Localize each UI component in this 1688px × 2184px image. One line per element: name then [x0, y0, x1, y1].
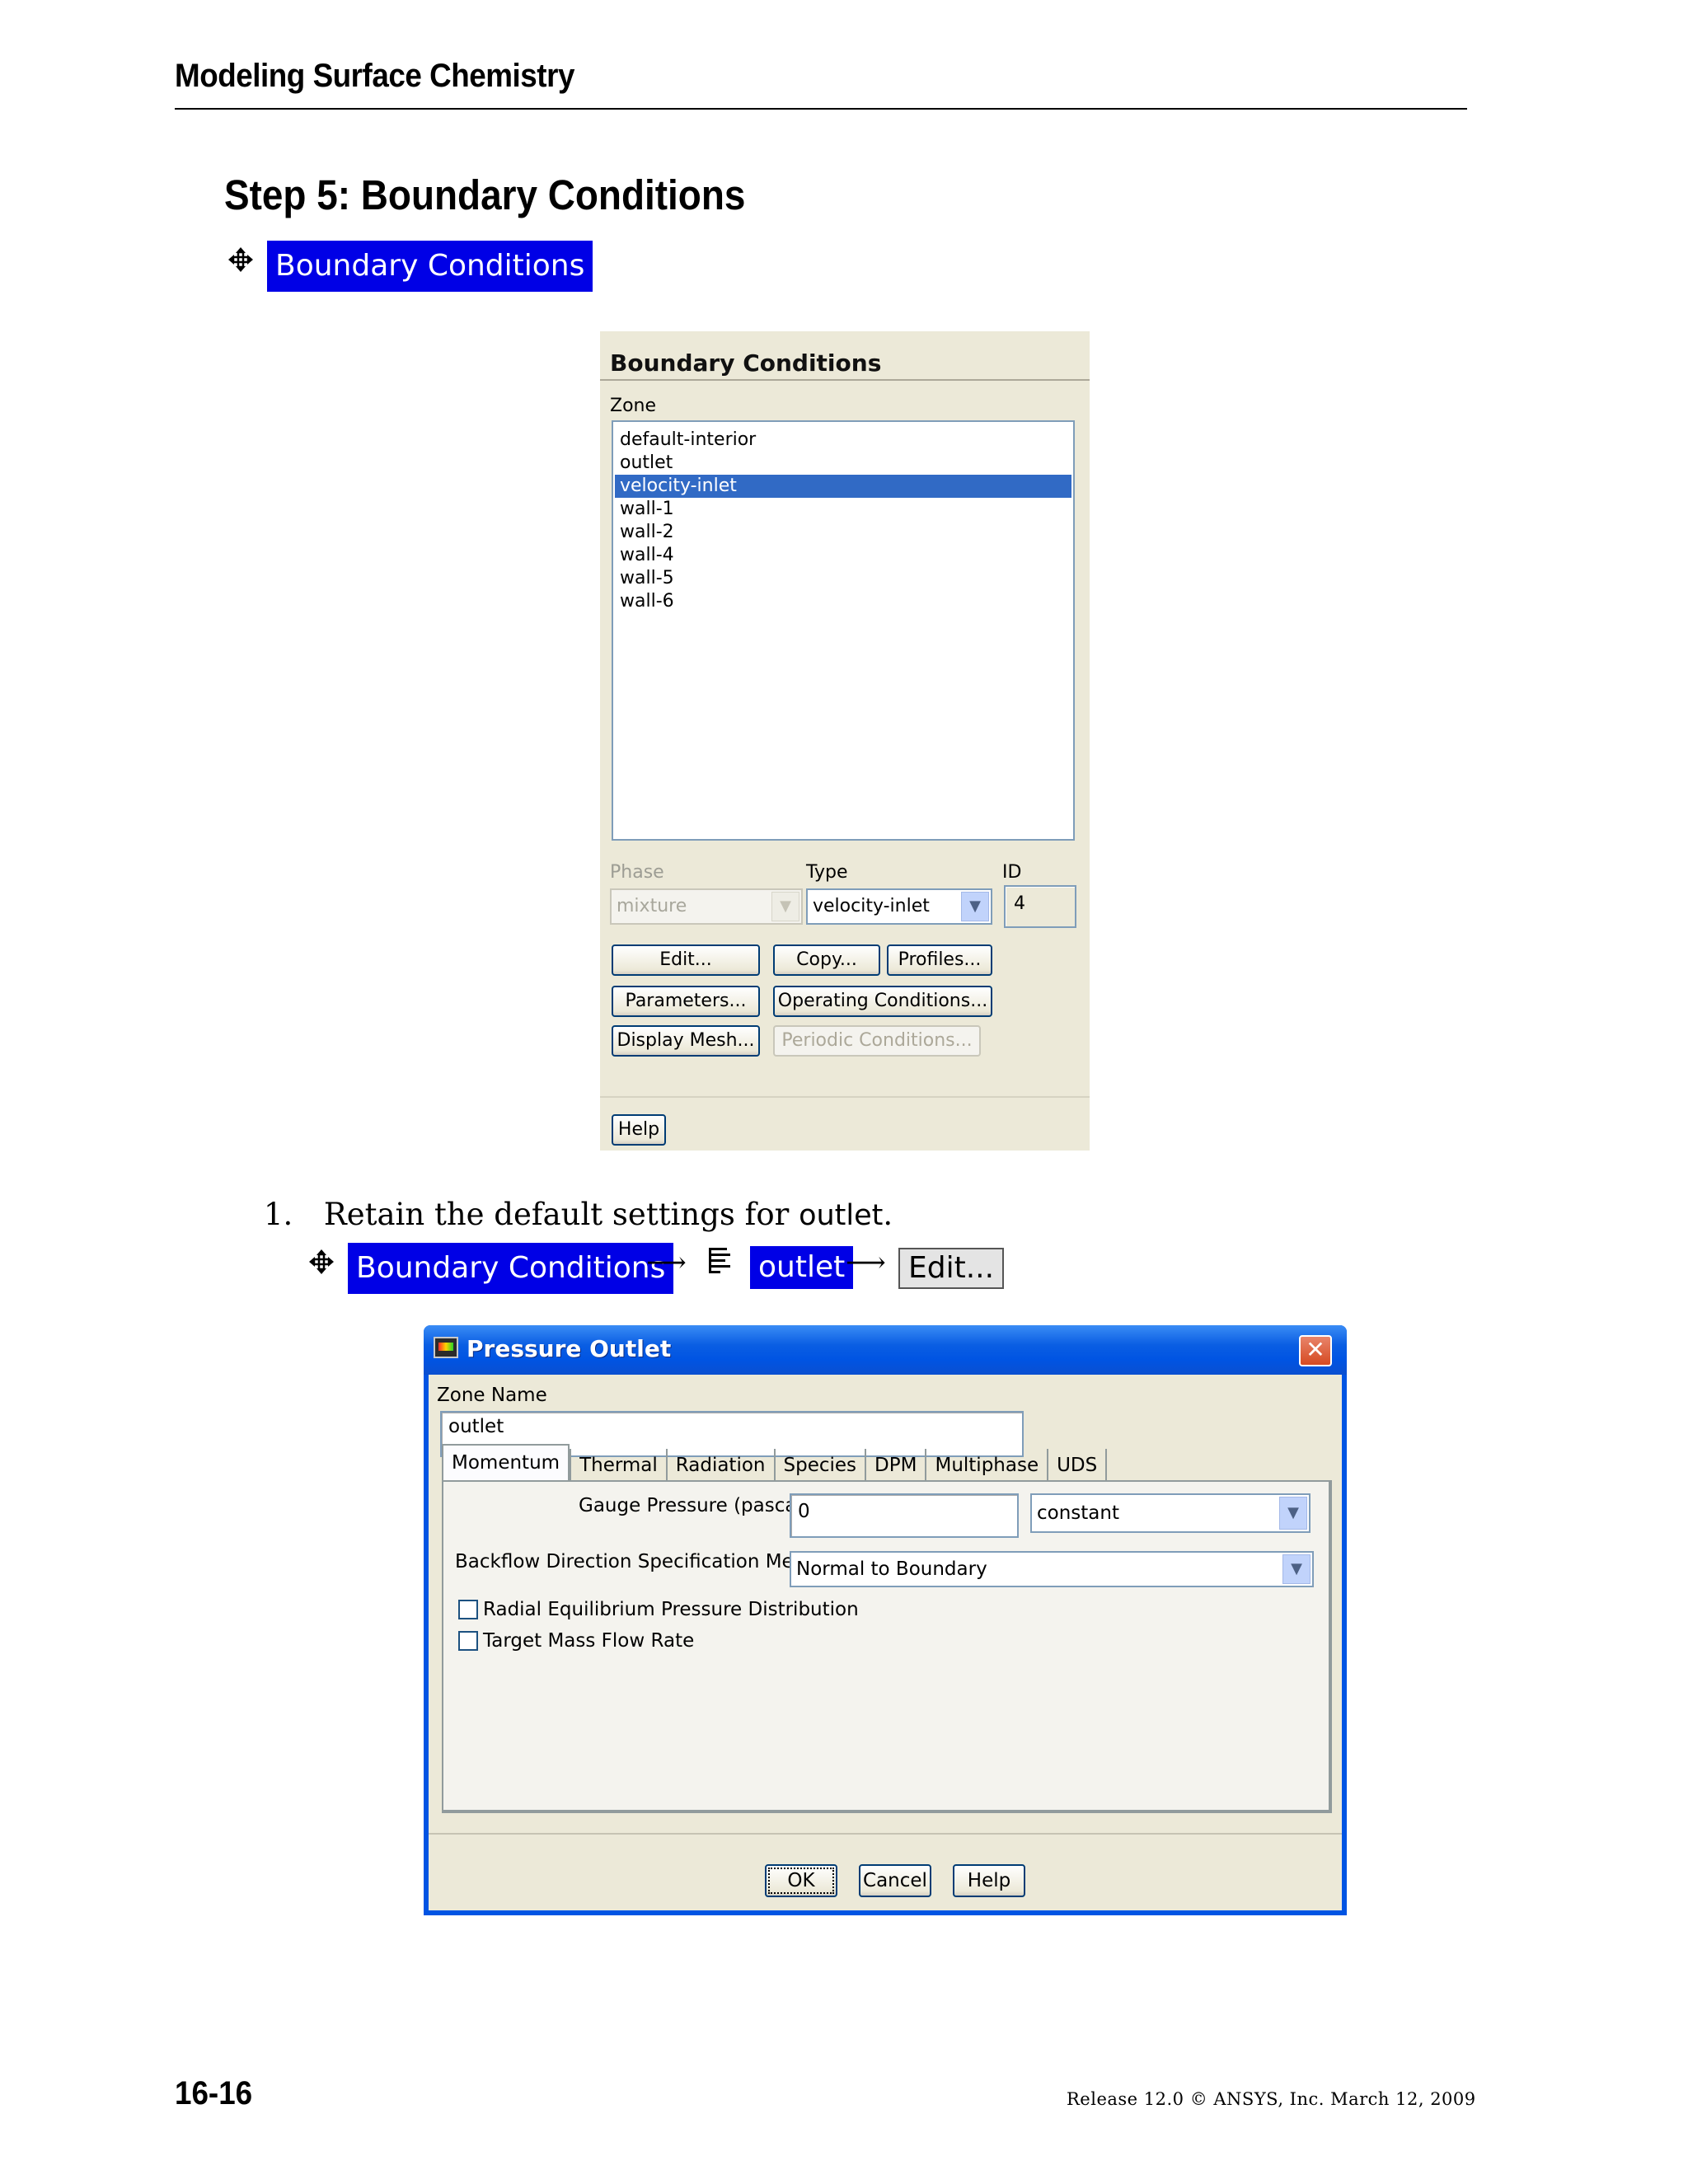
release-note: Release 12.0 © ANSYS, Inc. March 12, 200…: [1067, 2089, 1476, 2109]
target-mass-flow-label: Target Mass Flow Rate: [483, 1630, 695, 1652]
tab-uds[interactable]: UDS: [1048, 1449, 1108, 1482]
step-number: 1.: [264, 1197, 293, 1232]
chevron-down-icon: ▼: [771, 892, 799, 921]
chevron-down-icon[interactable]: ▼: [1279, 1497, 1307, 1530]
nav-boundary-conditions: Boundary Conditions: [267, 241, 593, 292]
radial-equilibrium-checkbox[interactable]: [458, 1600, 478, 1619]
zone-list-item[interactable]: wall-2: [615, 521, 1071, 544]
zone-list-item[interactable]: default-interior: [615, 429, 1071, 452]
gauge-pressure-label: Gauge Pressure (pascal): [579, 1495, 809, 1516]
zone-list[interactable]: default-interior outlet velocity-inlet w…: [612, 420, 1075, 841]
nav-arrow: ⟶: [846, 1246, 886, 1279]
zone-list-item[interactable]: wall-6: [615, 590, 1071, 613]
zone-name-label: Zone Name: [437, 1385, 547, 1406]
copy-button[interactable]: Copy...: [773, 944, 880, 976]
close-icon[interactable]: ✕: [1299, 1335, 1332, 1366]
phase-label: Phase: [610, 862, 664, 883]
backflow-label: Backflow Direction Specification Method: [455, 1551, 837, 1572]
display-mesh-button[interactable]: Display Mesh...: [612, 1025, 760, 1057]
radial-equilibrium-label: Radial Equilibrium Pressure Distribution: [483, 1599, 859, 1620]
move-arrows-icon: [228, 247, 253, 272]
list-icon: [709, 1248, 730, 1273]
ok-button[interactable]: OK: [765, 1864, 837, 1897]
parameters-button[interactable]: Parameters...: [612, 986, 760, 1017]
nav-outlet: outlet: [750, 1246, 854, 1289]
zone-list-item[interactable]: wall-4: [615, 544, 1071, 567]
chevron-down-icon[interactable]: ▼: [961, 892, 989, 921]
gauge-pressure-input[interactable]: 0: [790, 1493, 1019, 1538]
target-mass-flow-row[interactable]: Target Mass Flow Rate: [458, 1630, 694, 1652]
page-number: 16-16: [175, 2075, 253, 2111]
help-button[interactable]: Help: [612, 1114, 666, 1146]
dialog-body: Zone Name outlet Momentum Thermal Radiat…: [429, 1375, 1342, 1910]
zone-list-item[interactable]: outlet: [615, 452, 1071, 475]
id-field: 4: [1004, 885, 1076, 928]
tab-strip: Momentum Thermal Radiation Species DPM M…: [442, 1444, 1108, 1482]
phase-value: mixture: [617, 896, 687, 916]
tab-multiphase[interactable]: Multiphase: [926, 1449, 1049, 1482]
zone-list-item[interactable]: wall-5: [615, 567, 1071, 590]
tab-species[interactable]: Species: [776, 1449, 867, 1482]
dialog-title: Pressure Outlet: [467, 1335, 672, 1362]
cancel-button[interactable]: Cancel: [859, 1864, 931, 1897]
tab-radiation[interactable]: Radiation: [668, 1449, 776, 1482]
panel-title: Boundary Conditions: [610, 349, 882, 377]
zone-label: Zone: [610, 396, 657, 416]
panel-separator: [600, 1096, 1090, 1098]
profiles-button[interactable]: Profiles...: [887, 944, 992, 976]
help-button[interactable]: Help: [953, 1864, 1025, 1897]
zone-list-item[interactable]: wall-1: [615, 498, 1071, 521]
periodic-conditions-button: Periodic Conditions...: [773, 1025, 981, 1057]
backflow-method-value: Normal to Boundary: [796, 1558, 987, 1580]
boundary-conditions-panel: Boundary Conditions Zone default-interio…: [600, 331, 1090, 1151]
section-title: Step 5: Boundary Conditions: [224, 171, 746, 218]
dialog-separator: [429, 1833, 1342, 1835]
type-label: Type: [806, 862, 848, 883]
step-code-outlet: outlet: [799, 1199, 884, 1232]
gauge-pressure-method-dropdown[interactable]: constant ▼: [1030, 1493, 1311, 1533]
step-period: .: [883, 1197, 893, 1232]
edit-button[interactable]: Edit...: [612, 944, 760, 976]
running-header: Modeling Surface Chemistry: [175, 58, 574, 94]
move-arrows-icon: [309, 1249, 334, 1274]
momentum-tab-panel: Gauge Pressure (pascal) 0 constant ▼ Bac…: [442, 1480, 1332, 1813]
nav-edit: Edit...: [898, 1248, 1005, 1289]
radial-equilibrium-row[interactable]: Radial Equilibrium Pressure Distribution: [458, 1599, 859, 1620]
title-rule: [600, 379, 1090, 381]
fluent-app-icon: [434, 1337, 458, 1358]
backflow-method-dropdown[interactable]: Normal to Boundary ▼: [790, 1551, 1314, 1587]
tab-dpm[interactable]: DPM: [866, 1449, 927, 1482]
type-dropdown[interactable]: velocity-inlet ▼: [806, 888, 992, 925]
gauge-pressure-method-value: constant: [1037, 1502, 1119, 1524]
step-item: 1. Retain the default settings for outle…: [264, 1197, 893, 1232]
header-rule: [175, 108, 1467, 110]
nav-boundary-conditions: Boundary Conditions: [348, 1243, 674, 1294]
tab-momentum[interactable]: Momentum: [442, 1444, 570, 1482]
zone-list-item-selected[interactable]: velocity-inlet: [615, 475, 1071, 498]
pressure-outlet-dialog: Pressure Outlet ✕ Zone Name outlet Momen…: [424, 1325, 1347, 1915]
step-text: Retain the default settings for: [323, 1197, 790, 1232]
operating-conditions-button[interactable]: Operating Conditions...: [773, 986, 992, 1017]
id-label: ID: [1002, 862, 1022, 883]
nav-arrow: ⟶: [646, 1246, 687, 1279]
chevron-down-icon[interactable]: ▼: [1282, 1554, 1311, 1584]
type-value: velocity-inlet: [813, 896, 930, 916]
tab-thermal[interactable]: Thermal: [570, 1449, 668, 1482]
target-mass-flow-checkbox[interactable]: [458, 1631, 478, 1651]
phase-dropdown: mixture ▼: [610, 888, 803, 925]
